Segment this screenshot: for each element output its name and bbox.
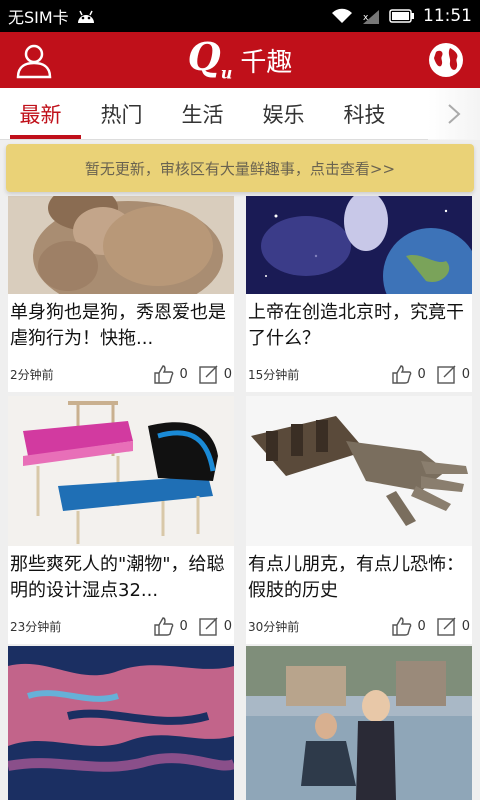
svg-text:x: x: [363, 13, 369, 23]
article-card[interactable]: 那些爽死人的"潮物"，给聪明的设计湿点32... 23分钟前 0 0: [8, 396, 234, 644]
like-count: 0: [179, 618, 188, 634]
article-time: 23分钟前: [10, 619, 62, 634]
article-meta: 23分钟前 0 0: [8, 608, 234, 644]
like-button[interactable]: 0: [391, 616, 426, 636]
like-button[interactable]: 0: [153, 364, 188, 384]
tab-hot[interactable]: 热门: [81, 88, 162, 139]
article-card[interactable]: 有点儿朋克，有点儿恐怖：假肢的历史 30分钟前 0 0: [246, 396, 472, 644]
article-title: 有点儿朋克，有点儿恐怖：假肢的历史: [248, 554, 464, 601]
article-card[interactable]: [246, 646, 472, 800]
chair-design-photo: [8, 396, 234, 546]
clock-text: 11:51: [423, 6, 472, 26]
like-button[interactable]: 0: [391, 364, 426, 384]
carrier-text: 无SIM卡: [8, 8, 69, 27]
tab-latest[interactable]: 最新: [0, 88, 81, 139]
share-button[interactable]: 0: [198, 364, 232, 384]
proposal-photo: [246, 646, 472, 800]
satellite-map-photo: [8, 646, 234, 800]
article-title: 那些爽死人的"潮物"，给聪明的设计湿点32...: [10, 554, 225, 601]
article-meta: 15分钟前 0 0: [246, 356, 472, 392]
share-button[interactable]: 0: [436, 364, 470, 384]
battery-icon: [389, 8, 415, 24]
android-icon: [75, 8, 97, 24]
article-title: 单身狗也是狗，秀恩爱也是虐狗行为！快拖...: [10, 302, 226, 349]
user-icon: [14, 40, 54, 80]
monkey-photo: [8, 196, 234, 294]
share-icon: [198, 616, 220, 636]
article-time: 30分钟前: [248, 619, 300, 634]
article-time: 15分钟前: [248, 367, 300, 382]
share-icon: [436, 364, 458, 384]
tab-entertainment[interactable]: 娱乐: [243, 88, 324, 139]
thumbs-up-icon: [391, 364, 413, 384]
thumbs-up-icon: [153, 364, 175, 384]
space-earth-photo: [246, 196, 472, 294]
article-time: 2分钟前: [10, 367, 54, 382]
tab-life[interactable]: 生活: [162, 88, 243, 139]
like-count: 0: [179, 366, 188, 382]
like-count: 0: [417, 366, 426, 382]
like-button[interactable]: 0: [153, 616, 188, 636]
share-icon: [436, 616, 458, 636]
article-card[interactable]: [8, 646, 234, 800]
brand: Qu 千趣: [188, 38, 293, 82]
tabs-more-button[interactable]: [428, 88, 480, 140]
thumbs-up-icon: [391, 616, 413, 636]
share-count: 0: [223, 366, 232, 382]
wifi-icon: [331, 8, 353, 24]
app-header: Qu 千趣: [0, 32, 480, 88]
share-count: 0: [223, 618, 232, 634]
article-meta: 2分钟前 0 0: [8, 356, 234, 392]
notice-banner[interactable]: 暂无更新，审核区有大量鲜趣事，点击查看>>: [6, 144, 474, 192]
user-profile-button[interactable]: [14, 40, 54, 80]
article-card[interactable]: 单身狗也是狗，秀恩爱也是虐狗行为！快拖... 2分钟前 0 0: [8, 196, 234, 392]
like-count: 0: [417, 618, 426, 634]
globe-icon: [426, 40, 466, 80]
thumbs-up-icon: [153, 616, 175, 636]
share-count: 0: [461, 618, 470, 634]
globe-button[interactable]: [426, 40, 466, 80]
share-button[interactable]: 0: [198, 616, 232, 636]
app-logo: Qu: [187, 34, 233, 83]
article-meta: 30分钟前 0 0: [246, 608, 472, 644]
status-bar: 无SIM卡 x 11:51: [0, 0, 480, 32]
article-card[interactable]: 上帝在创造北京时，究竟干了什么？ 15分钟前 0 0: [246, 196, 472, 392]
prosthetic-arm-photo: [246, 396, 472, 546]
share-icon: [198, 364, 220, 384]
share-count: 0: [461, 366, 470, 382]
chevron-right-icon: [447, 103, 461, 125]
share-button[interactable]: 0: [436, 616, 470, 636]
app-name: 千趣: [240, 47, 293, 78]
category-tabs: 最新 热门 生活 娱乐 科技: [0, 88, 480, 140]
tab-tech[interactable]: 科技: [324, 88, 405, 139]
article-title: 上帝在创造北京时，究竟干了什么？: [248, 302, 464, 349]
signal-icon: x: [361, 8, 381, 24]
